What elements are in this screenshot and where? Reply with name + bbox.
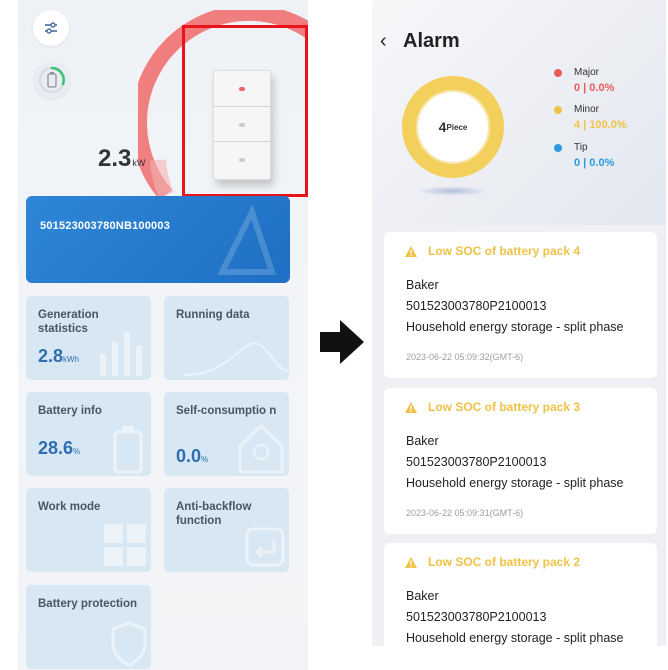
shield-icon <box>111 621 147 667</box>
tile-work-mode[interactable]: Work mode <box>26 488 151 572</box>
alarm-card[interactable]: Low SOC of battery pack 3 Baker 50152300… <box>384 388 657 534</box>
alarm-device-type: Household energy storage - split phase <box>406 631 624 645</box>
alarm-serial: 501523003780P2100013 <box>406 299 547 313</box>
alarm-serial: 501523003780P2100013 <box>406 455 547 469</box>
legend-name: Tip <box>574 142 588 153</box>
donut-shadow <box>416 186 488 196</box>
alarm-time: 2023-06-22 05:09:32(GMT-6) <box>406 352 524 362</box>
device-highlight-box[interactable] <box>182 25 308 197</box>
tile-value: 2.8kWh <box>38 346 80 366</box>
return-arrow-icon <box>245 527 285 567</box>
tile-title: Anti-backflow function <box>176 501 252 527</box>
right-arrow-icon <box>320 320 364 364</box>
tile-value: 0.0% <box>176 446 209 466</box>
legend-value: 4 | 100.0% <box>574 119 627 131</box>
battery-device-image <box>213 70 271 180</box>
tile-title: Battery info <box>38 405 102 417</box>
alarm-card[interactable]: Low SOC of battery pack 2 Baker 50152300… <box>384 543 657 646</box>
power-value: 2.3kW <box>98 145 146 172</box>
bar-chart-icon <box>100 332 142 376</box>
legend-name: Minor <box>574 104 600 115</box>
alarm-site-name: Baker <box>406 434 439 448</box>
device-overview-screen: 2.3kW 501523003780NB100003 Generation st… <box>18 0 308 670</box>
wave-chart-icon <box>184 342 289 376</box>
power-unit: kW <box>132 158 146 168</box>
page-title: Alarm <box>403 30 460 52</box>
alarm-screen: ‹ Alarm 4 Piece Major 0 | 0.0% Minor 4 | … <box>372 0 666 646</box>
tile-title: Self-consumptio n <box>176 405 277 417</box>
warning-icon <box>405 402 417 413</box>
tile-self-consumption[interactable]: Self-consumptio n 0.0% <box>164 392 289 476</box>
tile-title: Battery protection <box>38 598 138 610</box>
donut-center-label: 4 Piece <box>438 119 468 135</box>
back-icon[interactable]: ‹ <box>380 30 387 53</box>
legend-dot <box>554 69 562 77</box>
alarm-device-type: Household energy storage - split phase <box>406 320 624 334</box>
tile-battery-info[interactable]: Battery info 28.6% <box>26 392 151 476</box>
sliders-icon <box>45 22 57 34</box>
tile-value: 28.6% <box>38 438 81 458</box>
alarm-card[interactable]: Low SOC of battery pack 4 Baker 50152300… <box>384 232 657 378</box>
tile-generation-statistics[interactable]: Generation statistics 2.8kWh <box>26 296 151 380</box>
legend-value: 0 | 0.0% <box>574 82 615 94</box>
alarm-site-name: Baker <box>406 589 439 603</box>
tile-title: Running data <box>176 309 250 321</box>
logo-watermark-icon <box>217 204 277 275</box>
battery-icon <box>113 426 143 474</box>
battery-status-button[interactable] <box>34 62 70 98</box>
warning-icon <box>405 246 417 257</box>
warning-icon <box>405 557 417 568</box>
alarm-device-type: Household energy storage - split phase <box>406 476 624 490</box>
house-bulb-icon <box>238 423 284 474</box>
legend-dot <box>554 144 562 152</box>
legend-value: 0 | 0.0% <box>574 157 615 169</box>
grid-icon <box>104 524 146 566</box>
tile-battery-protection[interactable]: Battery protection <box>26 585 151 669</box>
tile-title: Work mode <box>38 501 101 513</box>
device-serial-card[interactable]: 501523003780NB100003 <box>26 196 290 283</box>
legend-dot <box>554 106 562 114</box>
alarm-serial: 501523003780P2100013 <box>406 610 547 624</box>
tile-anti-backflow[interactable]: Anti-backflow function <box>164 488 289 572</box>
alarm-time: 2023-06-22 05:09:31(GMT-6) <box>406 508 524 518</box>
alarm-site-name: Baker <box>406 278 439 292</box>
settings-sliders-button[interactable] <box>33 10 69 46</box>
battery-ring-icon <box>38 66 66 94</box>
tile-running-data[interactable]: Running data <box>164 296 289 380</box>
device-serial-number: 501523003780NB100003 <box>40 220 171 232</box>
legend-name: Major <box>574 67 600 78</box>
